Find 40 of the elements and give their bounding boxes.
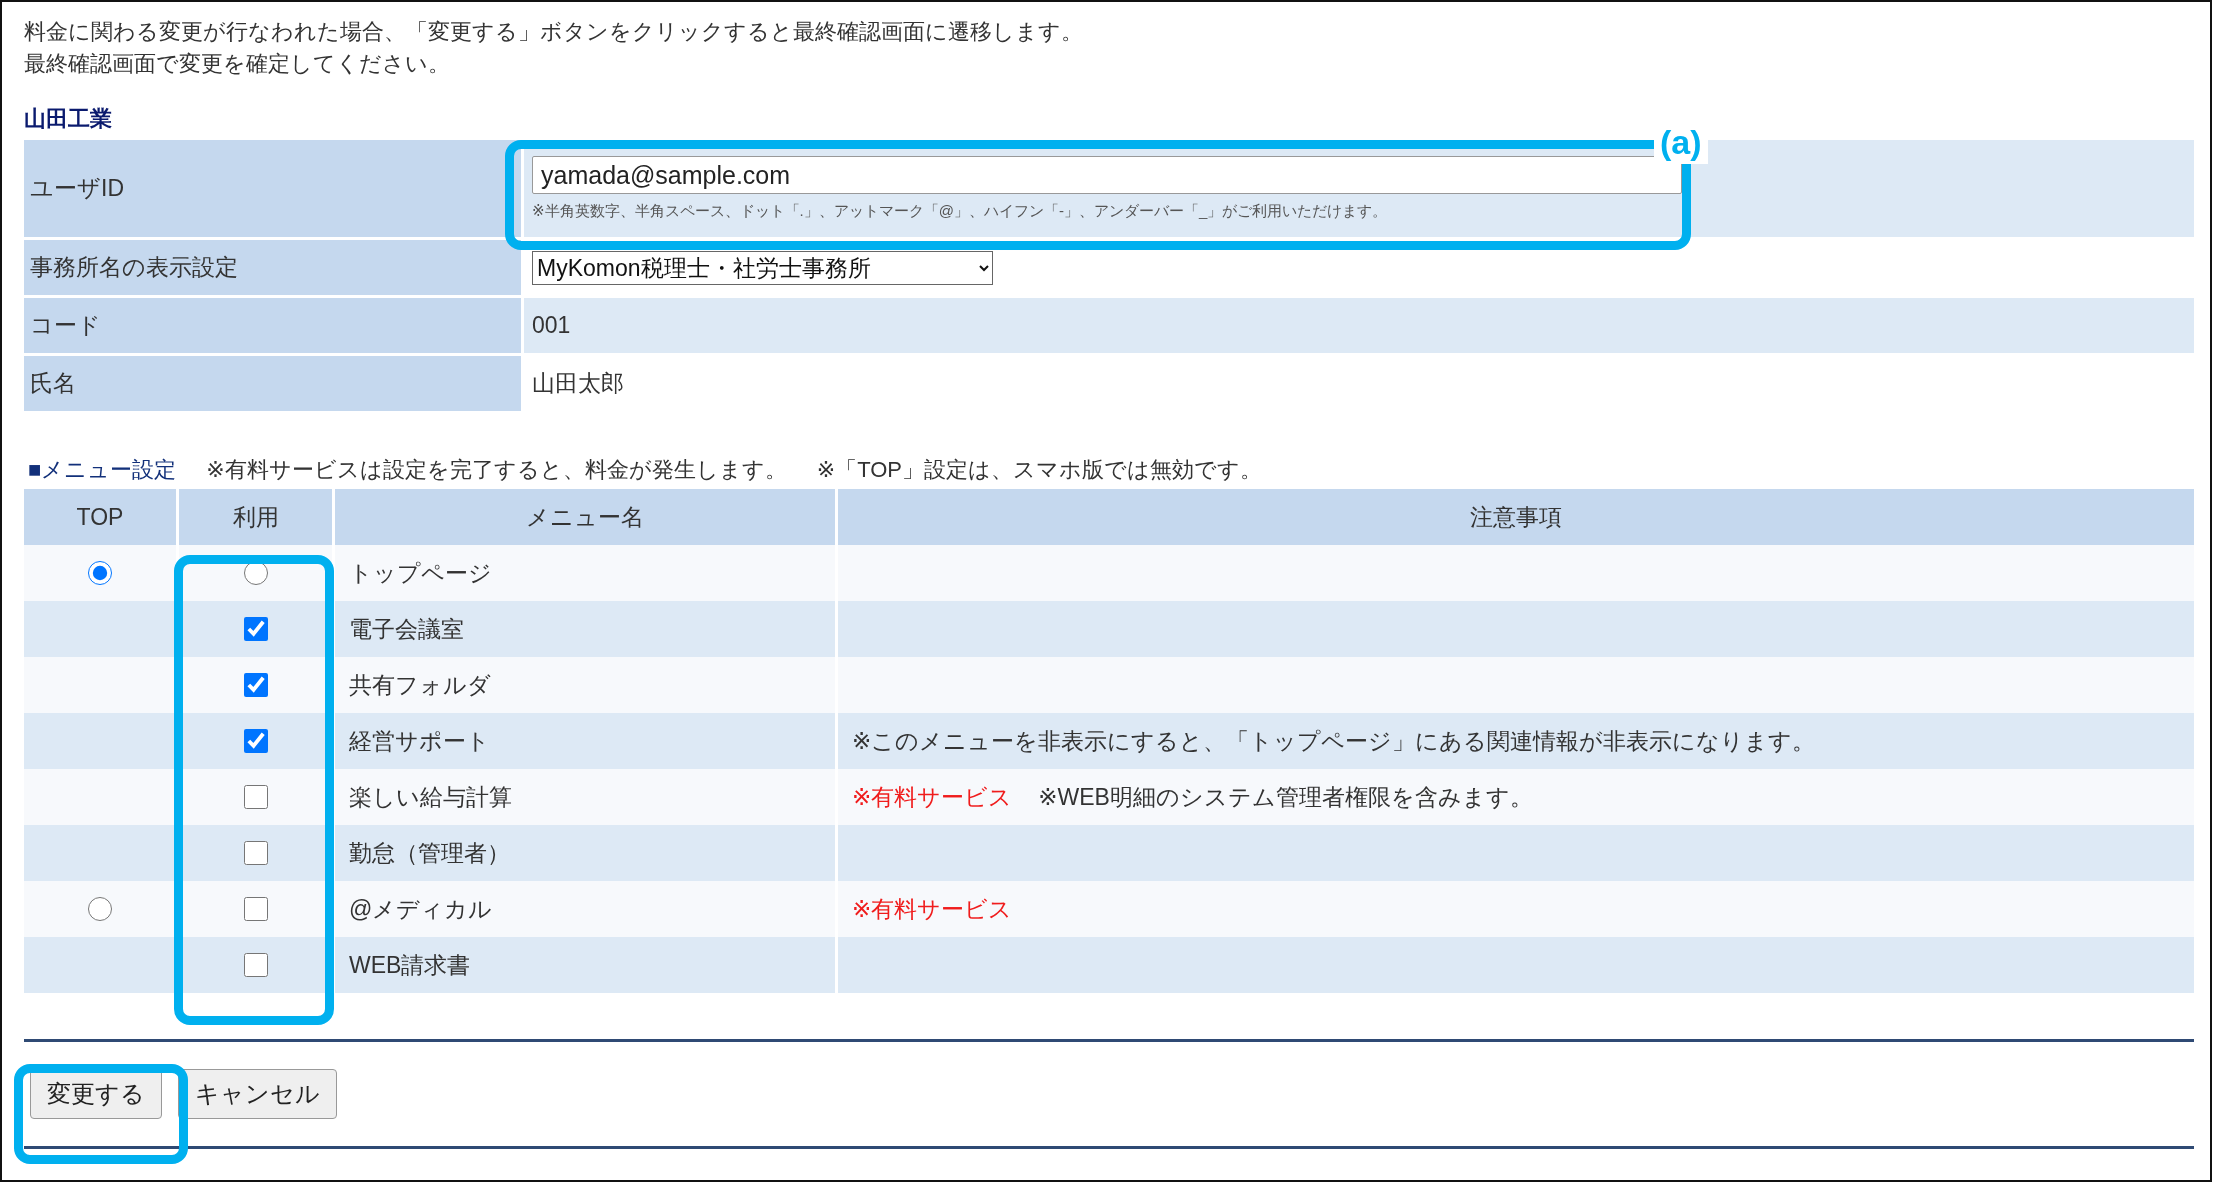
office-name-select[interactable]: MyKomon税理士・社労士事務所 bbox=[532, 250, 993, 285]
cancel-button[interactable]: キャンセル bbox=[178, 1069, 337, 1119]
menu-name: WEB請求書 bbox=[335, 937, 835, 993]
use-checkbox[interactable] bbox=[243, 897, 268, 921]
instruction-text: 料金に関わる変更が行なわれた場合、「変更する」ボタンをクリックすると最終確認画面に遷移します。 bbox=[24, 18, 1084, 46]
field-label: ユーザID bbox=[24, 140, 521, 237]
input-hint: ※半角英数字、半角スペース、ドット「.」、アットマーク「@」、ハイフン「-」、アンダーバー「_」がご利用いただけます。 bbox=[532, 202, 1389, 221]
use-checkbox[interactable] bbox=[243, 729, 268, 753]
field-label: 事務所名の表示設定 bbox=[24, 240, 521, 295]
instruction-text: 最終確認画面で変更を確定してください。 bbox=[24, 50, 451, 78]
section-note: ※「TOP」設定は、スマホ版では無効です。 bbox=[816, 456, 1262, 484]
menu-name: @メディカル bbox=[335, 881, 835, 937]
company-name: 山田工業 bbox=[24, 105, 112, 133]
field-label: 氏名 bbox=[24, 356, 521, 411]
section-note: ※有料サービスは設定を完了すると、料金が発生します。 bbox=[206, 456, 787, 484]
menu-name: 楽しい給与計算 bbox=[335, 769, 835, 825]
menu-name: 経営サポート bbox=[335, 713, 835, 769]
use-checkbox[interactable] bbox=[243, 841, 268, 865]
column-header: TOP bbox=[24, 489, 176, 545]
use-radio[interactable] bbox=[243, 561, 268, 585]
menu-note: ※このメニューを非表示にすると、「トップページ」にある関連情報が非表示になります。 bbox=[852, 726, 1816, 756]
use-checkbox[interactable] bbox=[243, 953, 268, 977]
field-label: コード bbox=[24, 298, 521, 353]
column-header: 利用 bbox=[179, 489, 332, 545]
paid-service-note: ※有料サービス bbox=[852, 782, 1013, 812]
menu-name: 共有フォルダ bbox=[335, 657, 835, 713]
use-checkbox[interactable] bbox=[243, 785, 268, 809]
menu-name: 電子会議室 bbox=[335, 601, 835, 657]
menu-note: ※WEB明細のシステム管理者権限を含みます。 bbox=[1038, 782, 1533, 812]
column-header: メニュー名 bbox=[335, 489, 835, 545]
menu-name: トップページ bbox=[335, 545, 835, 601]
column-header: 注意事項 bbox=[838, 489, 2194, 545]
top-radio[interactable] bbox=[88, 561, 112, 585]
top-radio[interactable] bbox=[88, 897, 112, 921]
menu-name: 勤怠（管理者） bbox=[335, 825, 835, 881]
paid-service-note: ※有料サービス bbox=[852, 894, 1013, 924]
use-checkbox[interactable] bbox=[243, 673, 268, 697]
section-title: ■メニュー設定 bbox=[28, 456, 177, 484]
use-checkbox[interactable] bbox=[243, 617, 268, 641]
code-value: 001 bbox=[524, 298, 2194, 353]
